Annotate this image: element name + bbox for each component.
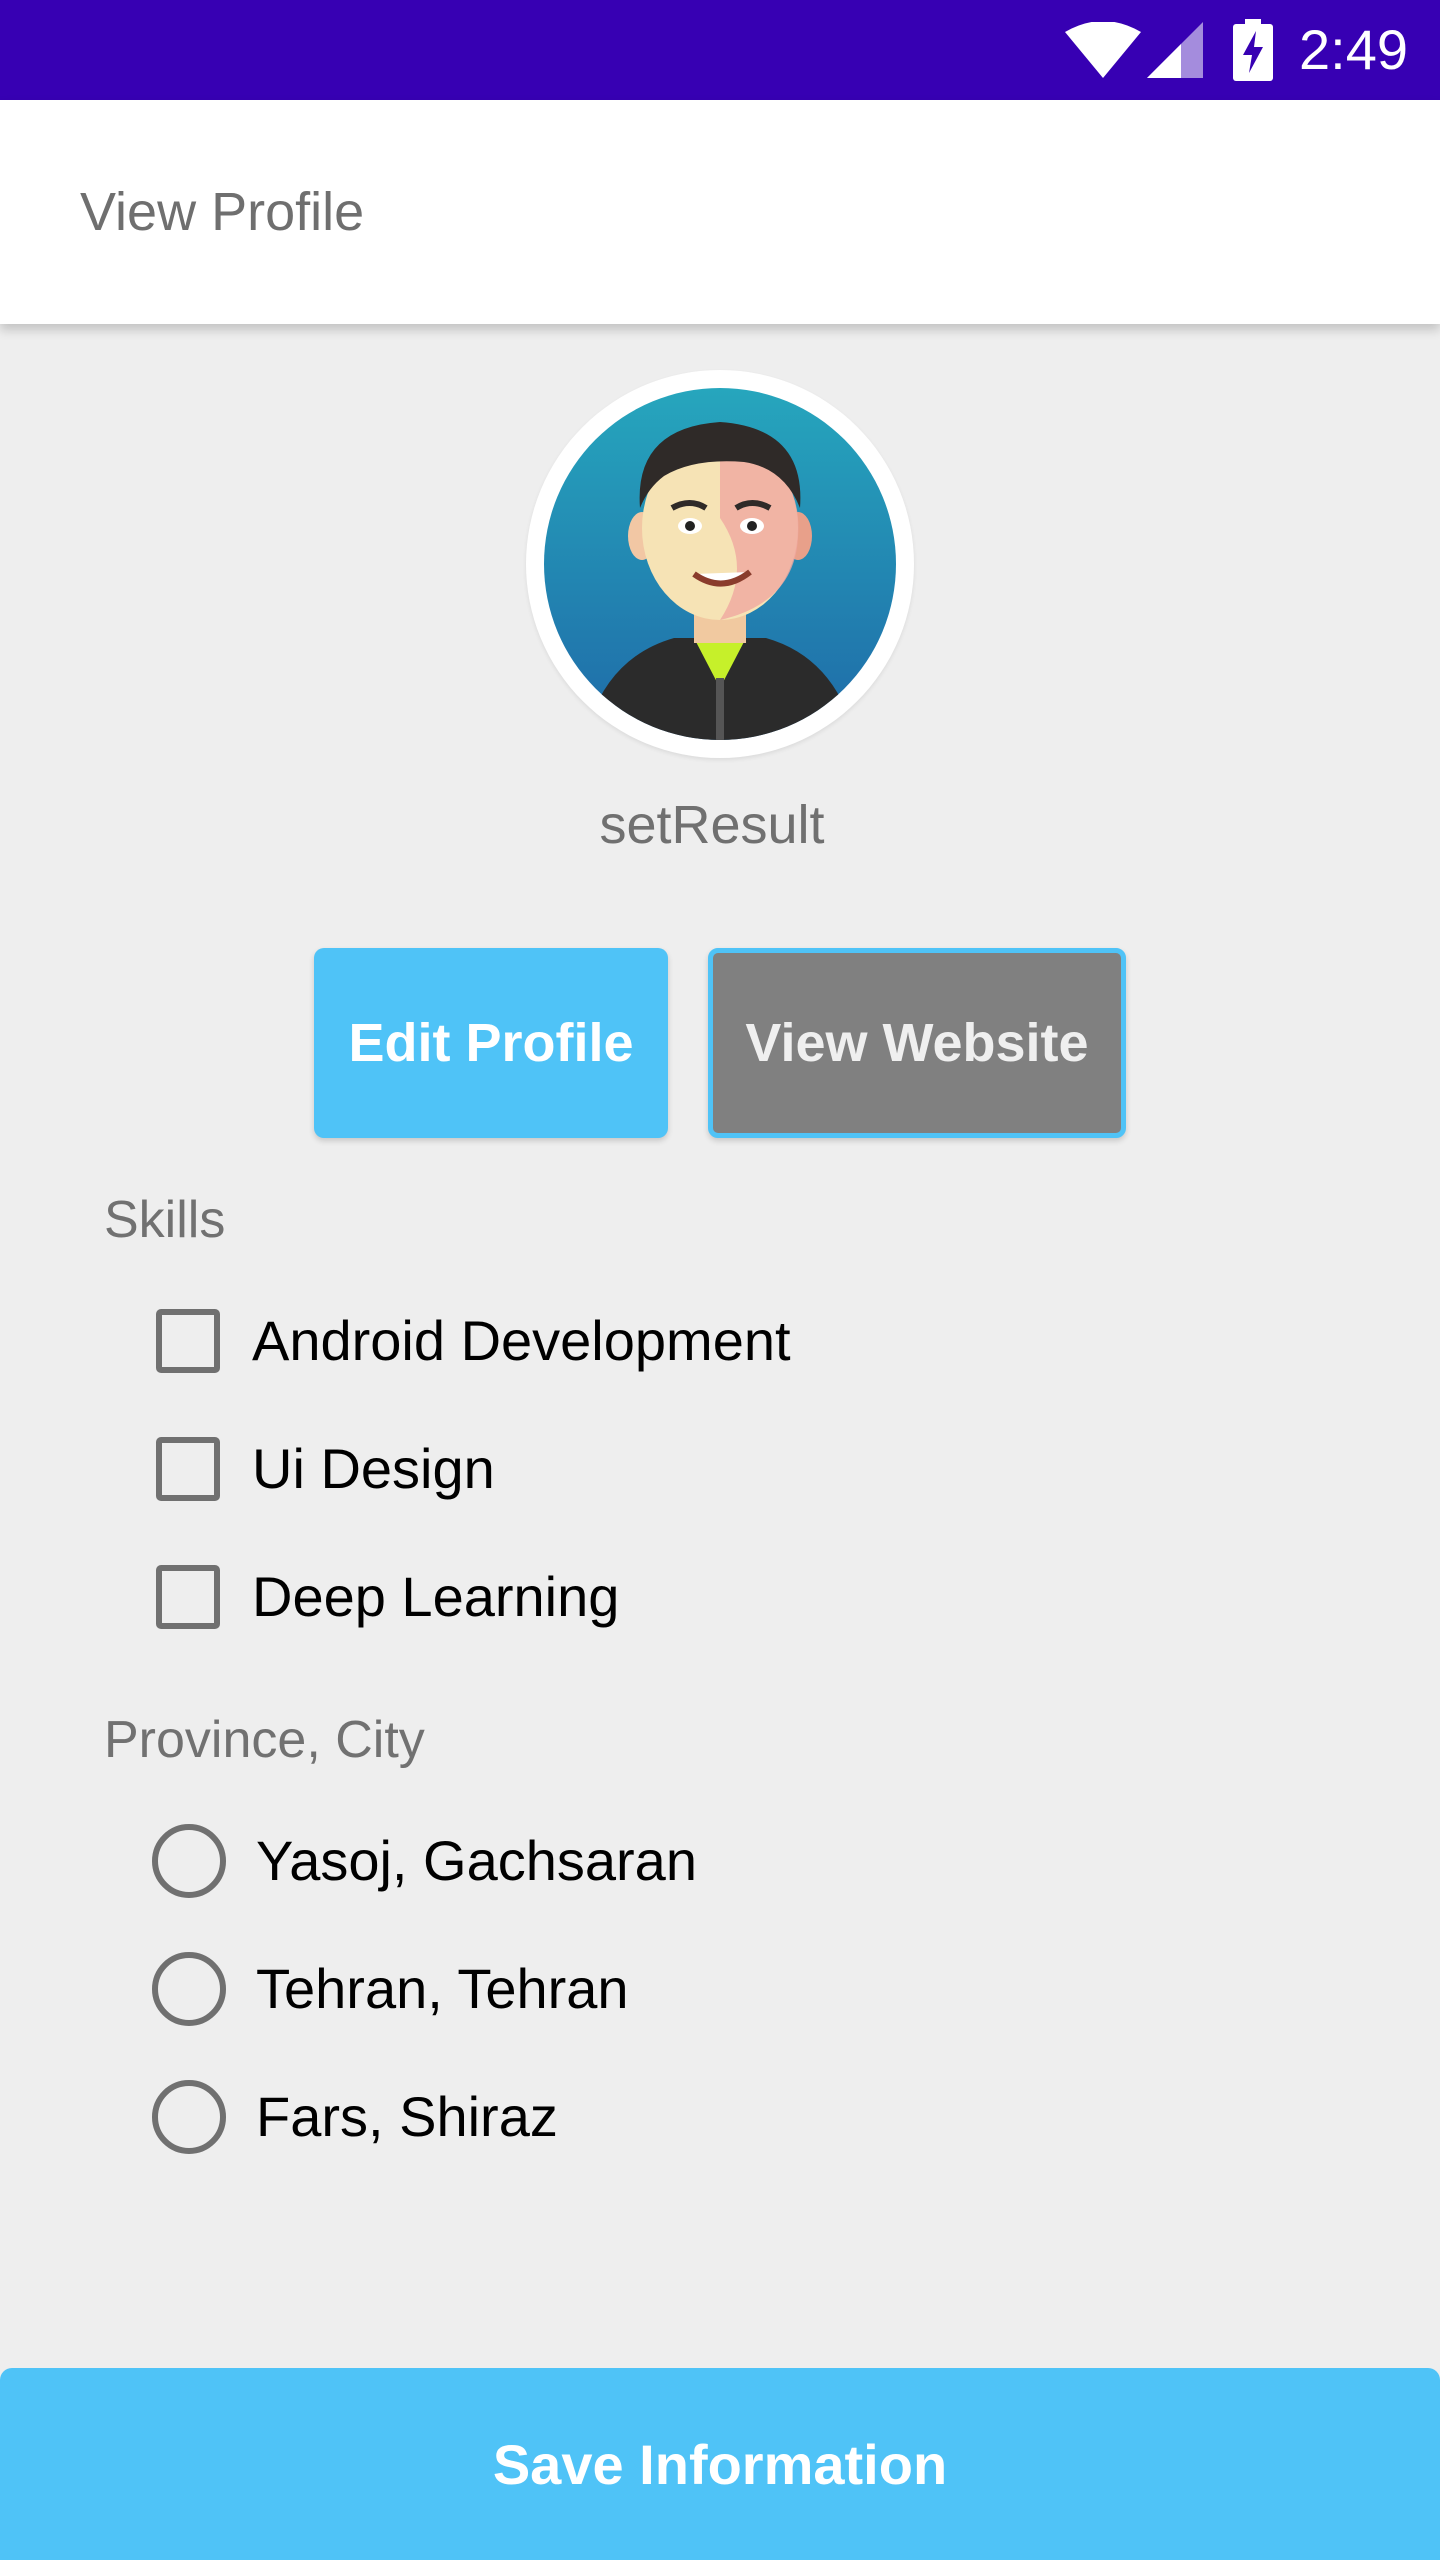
wifi-icon <box>1065 22 1141 78</box>
cellular-signal-icon <box>1147 22 1203 78</box>
checkbox-box[interactable] <box>156 1565 220 1629</box>
app-bar: View Profile <box>0 100 1440 324</box>
location-radio-yasoj-gachsaran[interactable]: Yasoj, Gachsaran <box>152 1816 697 1906</box>
status-icons: 2:49 <box>1065 0 1408 100</box>
checkbox-label: Android Development <box>252 1309 791 1372</box>
checkbox-box[interactable] <box>156 1309 220 1373</box>
location-radio-fars-shiraz[interactable]: Fars, Shiraz <box>152 2072 558 2162</box>
skill-checkbox-ui-design[interactable]: Ui Design <box>152 1424 495 1514</box>
radio-button[interactable] <box>152 1824 226 1898</box>
battery-charging-icon <box>1233 19 1273 81</box>
skill-checkbox-deep-learning[interactable]: Deep Learning <box>152 1552 619 1642</box>
checkbox-label: Ui Design <box>252 1437 495 1500</box>
skill-checkbox-android-development[interactable]: Android Development <box>152 1296 791 1386</box>
avatar-illustration <box>544 388 896 740</box>
radio-button[interactable] <box>152 2080 226 2154</box>
radio-label: Yasoj, Gachsaran <box>256 1829 697 1892</box>
checkbox-box[interactable] <box>156 1437 220 1501</box>
edit-profile-button[interactable]: Edit Profile <box>314 948 668 1138</box>
avatar <box>526 370 914 758</box>
radio-label: Tehran, Tehran <box>256 1957 629 2020</box>
username: setResult <box>599 795 825 855</box>
status-bar: 2:49 <box>0 0 1440 100</box>
radio-label: Fars, Shiraz <box>256 2085 558 2148</box>
save-information-button[interactable]: Save Information <box>0 2368 1440 2560</box>
radio-button[interactable] <box>152 1952 226 2026</box>
checkbox-label: Deep Learning <box>252 1565 620 1628</box>
location-radio-tehran-tehran[interactable]: Tehran, Tehran <box>152 1944 629 2034</box>
view-website-button[interactable]: View Website <box>708 948 1126 1138</box>
status-time: 2:49 <box>1299 18 1408 81</box>
skills-title: Skills <box>104 1191 226 1249</box>
location-title: Province, City <box>104 1711 425 1769</box>
page-title: View Profile <box>80 182 365 242</box>
